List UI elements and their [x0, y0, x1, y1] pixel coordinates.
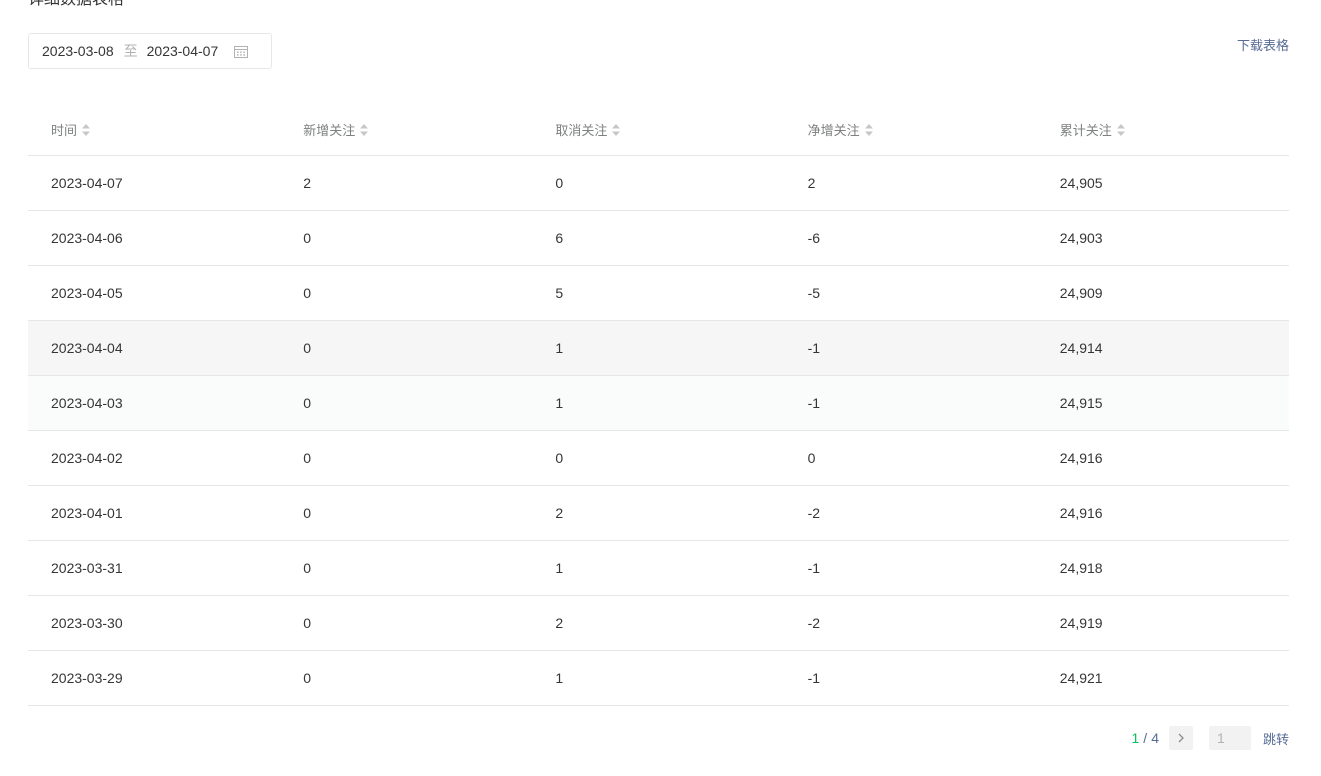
table-cell: 0 [280, 375, 533, 431]
table-cell: 2023-04-07 [28, 155, 281, 211]
table-cell: 0 [280, 320, 533, 376]
table-cell: 24,914 [1036, 320, 1289, 376]
table-cell: 2023-04-04 [28, 320, 281, 376]
table-cell: -1 [784, 320, 1037, 376]
table-row: 2023-04-07 2 0 2 24,905 [28, 155, 1289, 211]
sort-icon[interactable] [359, 123, 369, 137]
table-row: 2023-04-03 0 1 -1 24,915 [28, 375, 1289, 431]
pagination: 1 / 4 跳转 [1131, 726, 1289, 750]
start-date[interactable]: 2023-03-08 [42, 43, 114, 59]
table-row: 2023-03-29 0 1 -1 24,921 [28, 650, 1289, 706]
table-cell: 0 [784, 430, 1037, 486]
table-header-row: 时间 新增关注 取消关注 净增关注 累计关注 [28, 103, 1289, 156]
table-cell: 24,921 [1036, 650, 1289, 706]
table-cell: 0 [280, 485, 533, 541]
jump-button[interactable]: 跳转 [1263, 729, 1289, 748]
calendar-icon[interactable] [234, 45, 249, 58]
table-cell: 1 [532, 320, 785, 376]
table-cell: 24,905 [1036, 155, 1289, 211]
sort-icon[interactable] [1116, 123, 1126, 137]
table-cell: 2 [532, 595, 785, 651]
table-cell: 2023-03-29 [28, 650, 281, 706]
table-cell: -1 [784, 650, 1037, 706]
table-cell: 0 [532, 430, 785, 486]
table-cell: -1 [784, 540, 1037, 596]
table-cell: 24,916 [1036, 430, 1289, 486]
column-header-net-follows[interactable]: 净增关注 [784, 103, 1037, 156]
table-cell: 2023-04-06 [28, 210, 281, 266]
table-cell: 24,909 [1036, 265, 1289, 321]
table-cell: 1 [532, 540, 785, 596]
table-cell: 6 [532, 210, 785, 266]
table-cell: 0 [280, 540, 533, 596]
sort-icon[interactable] [81, 123, 91, 137]
table-cell: 0 [280, 595, 533, 651]
table-cell: 0 [280, 650, 533, 706]
column-header-new-follows[interactable]: 新增关注 [280, 103, 533, 156]
table-cell: 2023-04-01 [28, 485, 281, 541]
table-cell: 1 [532, 375, 785, 431]
date-separator: 至 [123, 43, 138, 59]
table-row: 2023-03-30 0 2 -2 24,919 [28, 595, 1289, 651]
table-cell: 5 [532, 265, 785, 321]
current-page: 1 [1131, 730, 1140, 746]
page-separator: / [1143, 730, 1148, 746]
table-cell: 24,918 [1036, 540, 1289, 596]
table-cell: 2023-04-03 [28, 375, 281, 431]
page-number-input[interactable] [1208, 726, 1251, 750]
sort-icon[interactable] [864, 123, 874, 137]
chevron-right-icon [1177, 730, 1185, 746]
data-table: 时间 新增关注 取消关注 净增关注 累计关注 2023-04-07 2 0 2 … [28, 103, 1289, 706]
table-cell: -6 [784, 210, 1037, 266]
table-cell: 2 [532, 485, 785, 541]
table-cell: 24,919 [1036, 595, 1289, 651]
table-row: 2023-04-02 0 0 0 24,916 [28, 430, 1289, 486]
table-cell: -1 [784, 375, 1037, 431]
table-cell: 2023-03-30 [28, 595, 281, 651]
table-cell: 1 [532, 650, 785, 706]
table-cell: 2023-04-02 [28, 430, 281, 486]
column-header-time[interactable]: 时间 [28, 103, 281, 156]
table-row: 2023-04-06 0 6 -6 24,903 [28, 210, 1289, 266]
table-row: 2023-03-31 0 1 -1 24,918 [28, 540, 1289, 596]
column-header-unfollows[interactable]: 取消关注 [532, 103, 785, 156]
table-row: 2023-04-05 0 5 -5 24,909 [28, 265, 1289, 321]
table-cell: 0 [280, 210, 533, 266]
next-page-button[interactable] [1168, 726, 1193, 750]
table-cell: 0 [532, 155, 785, 211]
table-cell: -2 [784, 485, 1037, 541]
sort-icon[interactable] [611, 123, 621, 137]
table-cell: 24,916 [1036, 485, 1289, 541]
table-cell: 2023-04-05 [28, 265, 281, 321]
table-row: 2023-04-01 0 2 -2 24,916 [28, 485, 1289, 541]
table-cell: 24,903 [1036, 210, 1289, 266]
table-cell: -2 [784, 595, 1037, 651]
total-pages: 4 [1151, 730, 1159, 746]
table-cell: 0 [280, 265, 533, 321]
download-table-link[interactable]: 下载表格 [1237, 35, 1289, 54]
table-cell: 2 [784, 155, 1037, 211]
section-title: 详细数据表格 [28, 0, 124, 11]
table-cell: 2 [280, 155, 533, 211]
end-date[interactable]: 2023-04-07 [147, 43, 219, 59]
table-row: 2023-04-04 0 1 -1 24,914 [28, 320, 1289, 376]
table-cell: 24,915 [1036, 375, 1289, 431]
table-cell: 0 [280, 430, 533, 486]
date-range-picker[interactable]: 2023-03-08 至 2023-04-07 [28, 33, 272, 69]
table-cell: -5 [784, 265, 1037, 321]
column-header-total-follows[interactable]: 累计关注 [1036, 103, 1289, 156]
table-cell: 2023-03-31 [28, 540, 281, 596]
